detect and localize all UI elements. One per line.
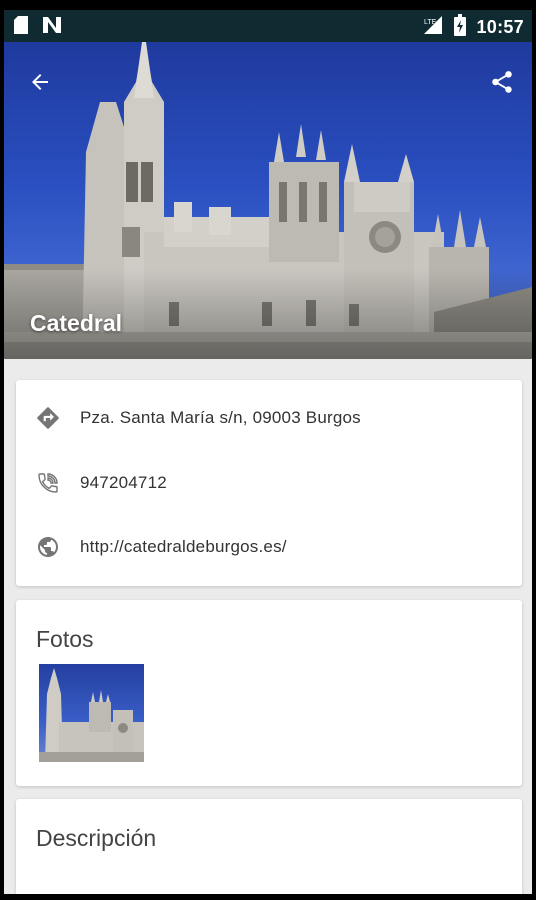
phone-text: 947204712 bbox=[80, 473, 167, 492]
n-notification-icon bbox=[42, 16, 62, 39]
sd-card-icon bbox=[14, 16, 28, 39]
phone-icon bbox=[16, 471, 80, 495]
status-bar-right: LTE 10:57 bbox=[422, 14, 524, 41]
phone-row[interactable]: 947204712 bbox=[16, 463, 522, 503]
website-link: http://catedraldeburgos.es/ bbox=[80, 537, 287, 556]
photos-title: Fotos bbox=[36, 626, 94, 652]
back-button[interactable] bbox=[20, 62, 60, 102]
status-bar-left bbox=[14, 16, 62, 39]
place-title: Catedral bbox=[30, 310, 123, 336]
info-card: Pza. Santa María s/n, 09003 Burgos 94720… bbox=[16, 380, 522, 586]
app-screen: LTE 10:57 Catedral Pza. Santa María s/n,… bbox=[4, 10, 532, 894]
globe-icon bbox=[16, 535, 80, 559]
address-row[interactable]: Pza. Santa María s/n, 09003 Burgos bbox=[16, 398, 522, 438]
description-card: Descripción bbox=[16, 799, 522, 894]
address-text: Pza. Santa María s/n, 09003 Burgos bbox=[80, 408, 361, 427]
arrow-back-icon bbox=[32, 74, 48, 90]
svg-text:LTE: LTE bbox=[424, 19, 437, 26]
photo-thumbnail[interactable] bbox=[39, 664, 144, 762]
cathedral-thumbnail-image bbox=[39, 668, 144, 762]
hero-image: Catedral bbox=[4, 42, 532, 359]
photos-card: Fotos bbox=[16, 600, 522, 786]
description-title: Descripción bbox=[36, 825, 157, 851]
status-bar: LTE 10:57 bbox=[4, 10, 532, 42]
website-row[interactable]: http://catedraldeburgos.es/ bbox=[16, 527, 522, 567]
battery-icon bbox=[454, 14, 467, 41]
directions-icon bbox=[16, 405, 80, 431]
status-time: 10:57 bbox=[476, 17, 524, 37]
signal-icon: LTE bbox=[422, 15, 444, 40]
share-icon bbox=[492, 71, 512, 93]
share-button[interactable] bbox=[482, 62, 522, 102]
